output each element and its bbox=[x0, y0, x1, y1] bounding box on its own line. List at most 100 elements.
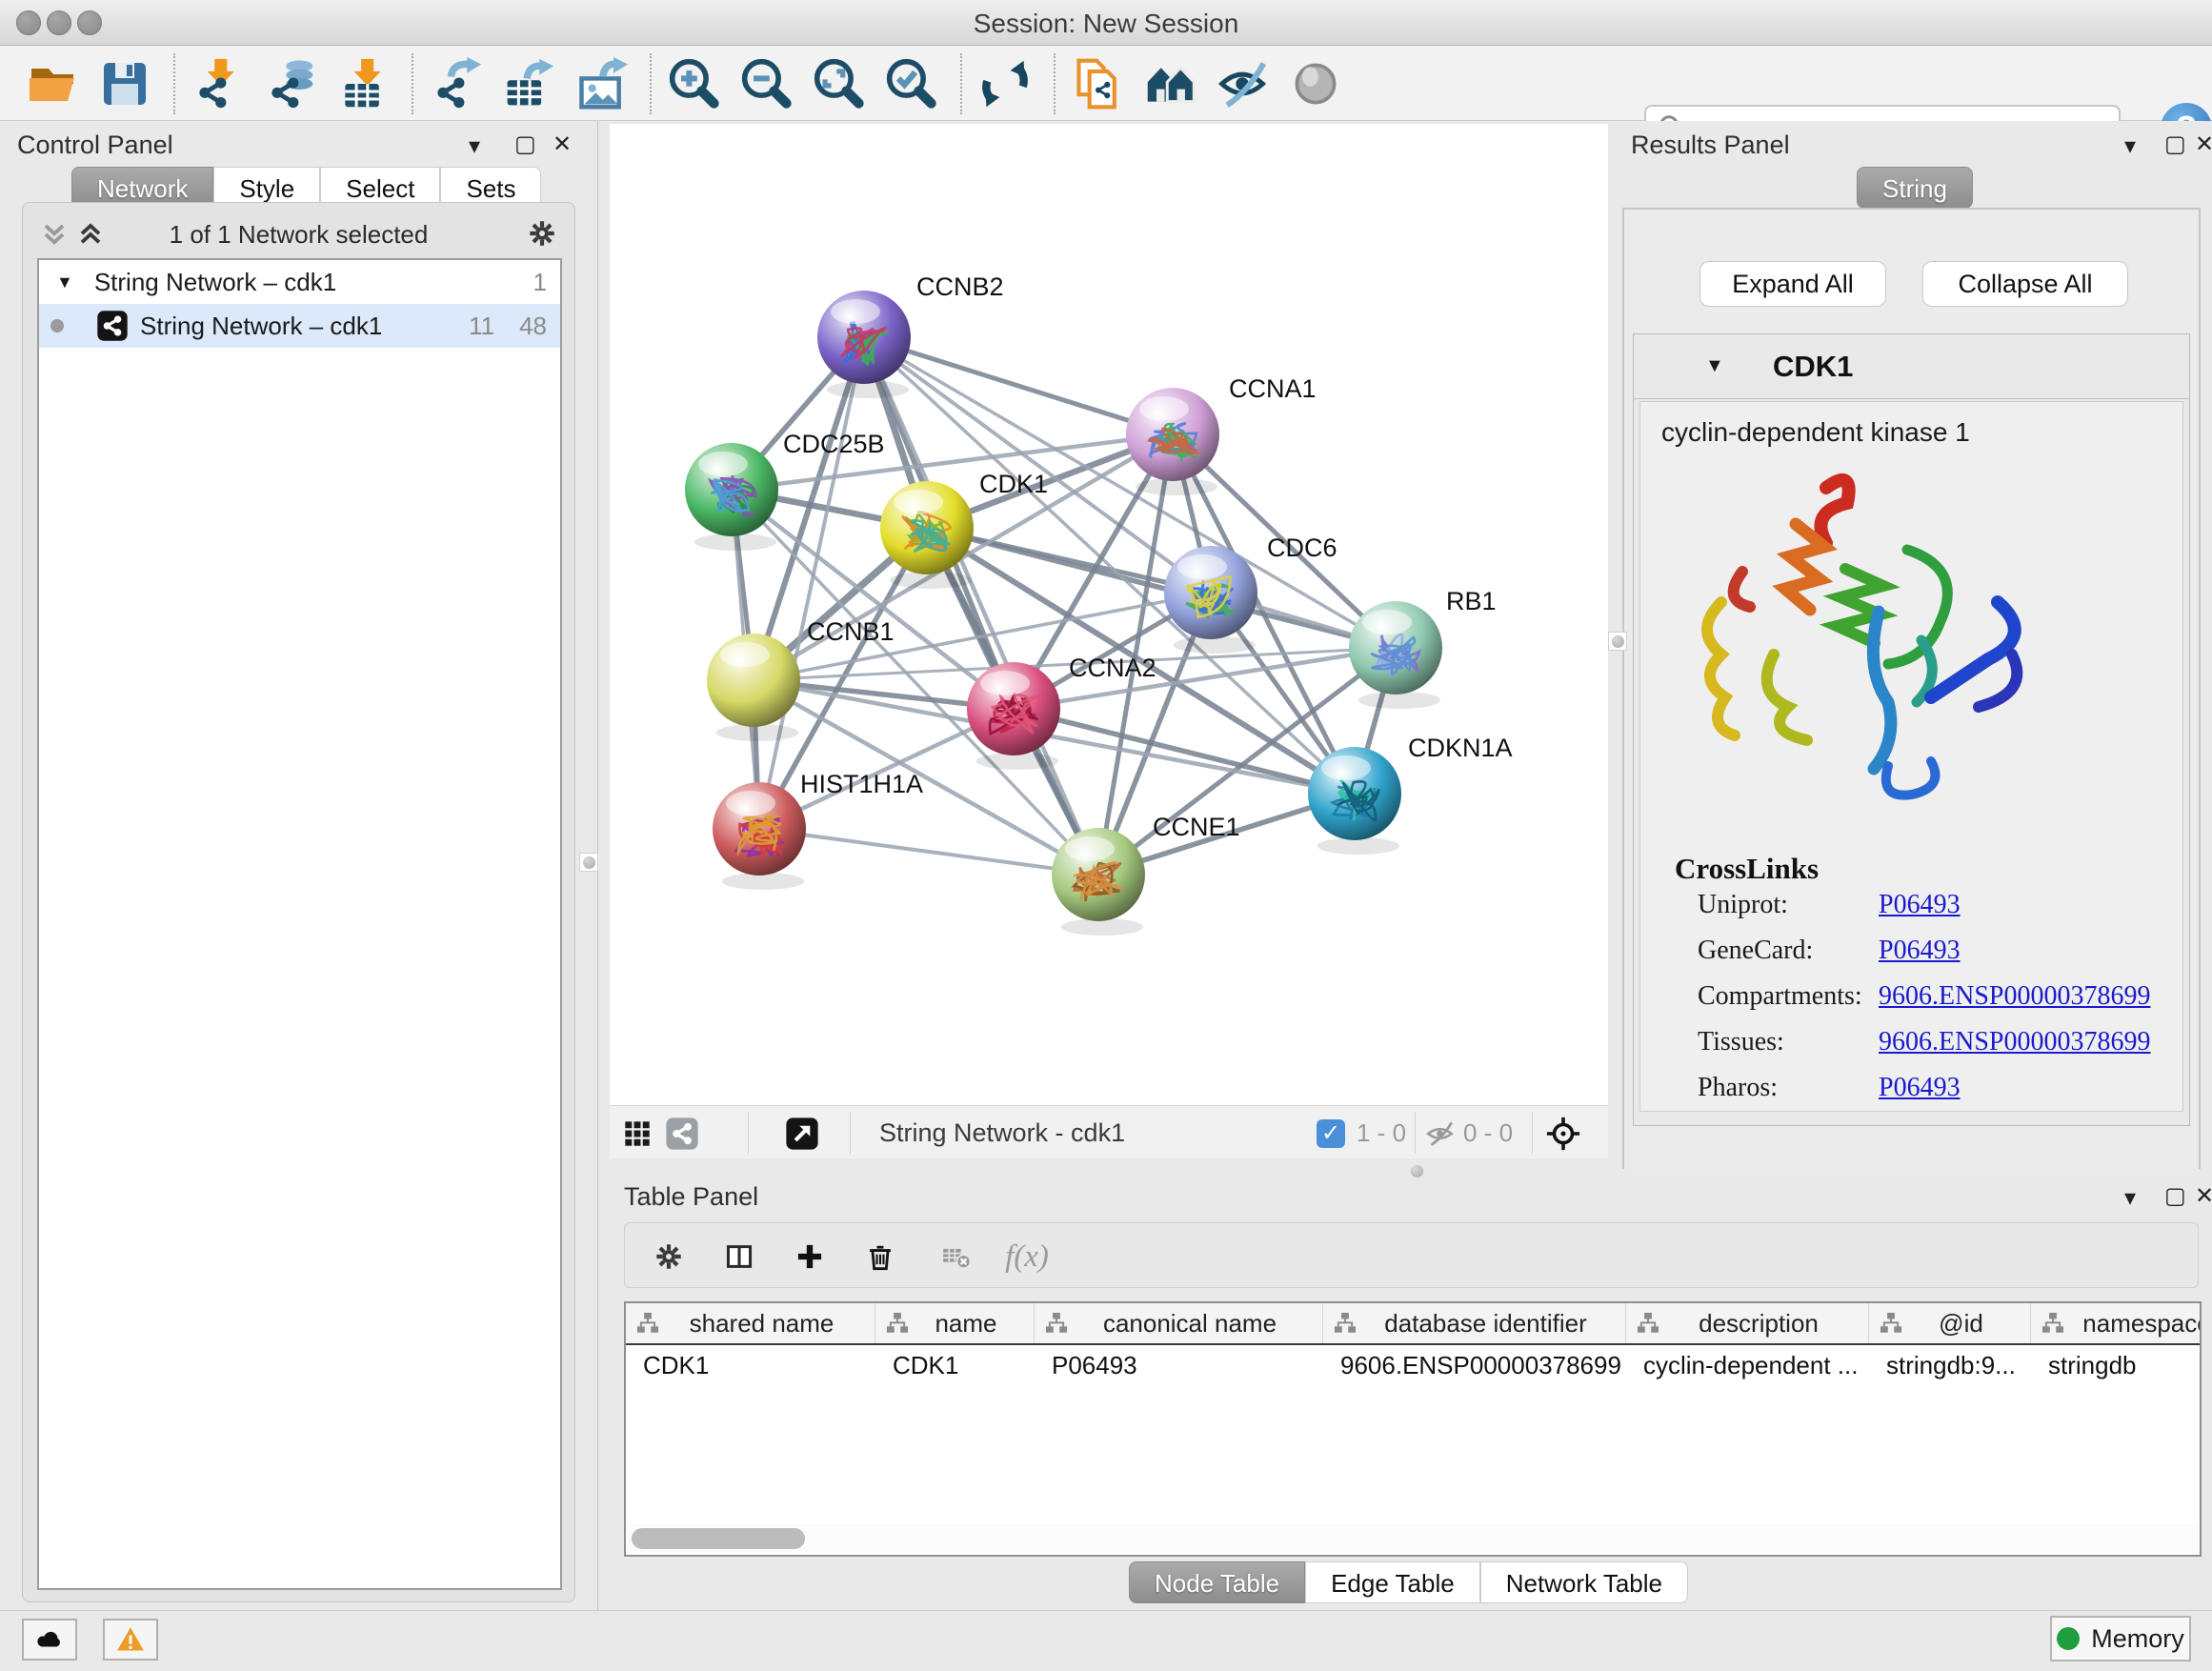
window-title: Session: New Session bbox=[0, 9, 2212, 39]
collection-expand-arrow-icon[interactable]: ▼ bbox=[56, 272, 73, 292]
table-cell[interactable]: CDK1 bbox=[626, 1345, 875, 1385]
section-collapse-arrow-icon[interactable]: ▼ bbox=[1705, 355, 1724, 377]
column-header-@id[interactable]: @id bbox=[1869, 1303, 2031, 1343]
delete-table-icon[interactable] bbox=[935, 1237, 977, 1277]
control-panel-splitter-handle[interactable] bbox=[579, 853, 598, 872]
birds-eye-view-icon[interactable] bbox=[785, 1117, 819, 1151]
tab-network-table[interactable]: Network Table bbox=[1480, 1561, 1688, 1603]
warnings-button[interactable] bbox=[103, 1619, 158, 1661]
expand-all-button[interactable]: Expand All bbox=[1699, 261, 1886, 307]
memory-button[interactable]: Memory bbox=[2050, 1616, 2191, 1661]
maximize-panel-icon[interactable]: ▢ bbox=[2164, 1182, 2186, 1210]
close-panel-icon[interactable]: ✕ bbox=[2195, 131, 2212, 158]
table-cell[interactable]: stringdb bbox=[2031, 1345, 2202, 1385]
table-horizontal-scrollbar[interactable] bbox=[628, 1524, 2200, 1553]
network-node-cdkn1a[interactable]: CDKN1A bbox=[1308, 734, 1513, 855]
tab-node-table[interactable]: Node Table bbox=[1129, 1561, 1305, 1603]
cloud-status-button[interactable] bbox=[22, 1619, 77, 1661]
tab-string[interactable]: String bbox=[1857, 167, 1973, 209]
table-header-row: shared namenamecanonical namedatabase id… bbox=[626, 1303, 2200, 1345]
zoom-fit-button[interactable] bbox=[810, 55, 869, 112]
grid-mode-icon[interactable] bbox=[623, 1119, 652, 1148]
column-header-description[interactable]: description bbox=[1626, 1303, 1869, 1343]
hidden-eye-icon[interactable] bbox=[1425, 1118, 1456, 1149]
table-type-tabs: Node TableEdge TableNetwork Table bbox=[1129, 1561, 1688, 1603]
table-panel-splitter-handle[interactable] bbox=[1407, 1161, 1426, 1180]
network-canvas[interactable]: CCNB2CCNA1CDC25BCDK1CDC6RB1CCNB1CCNA2CDK… bbox=[610, 124, 1608, 1105]
open-session-button[interactable] bbox=[23, 55, 82, 112]
network-edge[interactable] bbox=[864, 337, 1173, 434]
crosshair-icon[interactable] bbox=[1545, 1116, 1581, 1152]
create-column-icon[interactable] bbox=[789, 1237, 831, 1277]
warning-triangle-icon bbox=[116, 1625, 145, 1654]
collapse-all-button[interactable]: Collapse All bbox=[1922, 261, 2128, 307]
import-table-file-button[interactable] bbox=[333, 55, 392, 112]
show-columns-icon[interactable] bbox=[718, 1237, 760, 1277]
close-panel-icon[interactable]: ✕ bbox=[2195, 1182, 2212, 1210]
network-list-header: 1 of 1 Network selected bbox=[23, 212, 574, 254]
table-cell[interactable]: CDK1 bbox=[875, 1345, 1035, 1385]
table-cell[interactable]: 9606.ENSP00000378699 bbox=[1323, 1345, 1626, 1385]
close-panel-icon[interactable]: ✕ bbox=[553, 131, 572, 158]
save-session-button[interactable] bbox=[95, 55, 154, 112]
crosslink-link[interactable]: 9606.ENSP00000378699 bbox=[1879, 981, 2150, 1012]
export-table-button[interactable] bbox=[499, 55, 558, 112]
delete-column-trash-icon[interactable] bbox=[859, 1237, 901, 1277]
float-panel-icon[interactable]: ▾ bbox=[469, 132, 480, 160]
refresh-layout-button[interactable] bbox=[975, 55, 1035, 112]
zoom-in-button[interactable] bbox=[665, 55, 724, 112]
results-panel-tabs: String bbox=[1857, 167, 1973, 209]
network-edge[interactable] bbox=[759, 829, 1098, 875]
crosslink-link[interactable]: P06493 bbox=[1879, 936, 1961, 966]
column-header-name[interactable]: name bbox=[875, 1303, 1035, 1343]
table-cell[interactable]: cyclin-dependent ... bbox=[1626, 1345, 1869, 1385]
gene-section-header[interactable]: ▼ CDK1 bbox=[1634, 334, 2189, 399]
results-panel-title: Results Panel bbox=[1631, 131, 1790, 160]
export-network-button[interactable] bbox=[427, 55, 486, 112]
graphics-details-button[interactable] bbox=[1286, 55, 1345, 112]
network-options-gear-icon[interactable] bbox=[528, 219, 556, 248]
first-neighbors-button[interactable] bbox=[1141, 55, 1200, 112]
function-builder-icon[interactable]: f(x) bbox=[1006, 1237, 1048, 1277]
copy-network-button[interactable] bbox=[1069, 55, 1128, 112]
table-cell[interactable]: P06493 bbox=[1035, 1345, 1323, 1385]
network-overview-share-icon[interactable] bbox=[665, 1117, 699, 1151]
column-header-namespace[interactable]: namespace bbox=[2031, 1303, 2202, 1343]
table-cell[interactable]: stringdb:9... bbox=[1869, 1345, 2031, 1385]
gene-details: cyclin-dependent kinase 1 bbox=[1639, 401, 2183, 1112]
node-attribute-icon bbox=[1333, 1311, 1357, 1336]
crosslink-link[interactable]: P06493 bbox=[1879, 890, 1961, 920]
column-header-canonical-name[interactable]: canonical name bbox=[1035, 1303, 1323, 1343]
scrollbar-thumb[interactable] bbox=[632, 1528, 805, 1549]
zoom-selected-button[interactable] bbox=[882, 55, 941, 112]
export-image-button[interactable] bbox=[572, 55, 631, 112]
network-node-cdc6[interactable]: CDC6 bbox=[1164, 534, 1337, 654]
crosslink-label: Pharos: bbox=[1698, 1073, 1778, 1102]
network-node-ccna1[interactable]: CCNA1 bbox=[1126, 374, 1317, 495]
network-collection-row[interactable]: ▼ String Network – cdk1 1 bbox=[39, 260, 560, 304]
table-options-gear-icon[interactable] bbox=[648, 1237, 690, 1277]
status-bar: Memory bbox=[0, 1610, 2212, 1671]
column-header-shared-name[interactable]: shared name bbox=[626, 1303, 875, 1343]
crosslink-link[interactable]: P06493 bbox=[1879, 1073, 1961, 1103]
maximize-panel-icon[interactable]: ▢ bbox=[2164, 131, 2186, 158]
float-panel-icon[interactable]: ▾ bbox=[2124, 132, 2136, 160]
network-node-hist1h1a[interactable]: HIST1H1A bbox=[713, 770, 923, 890]
crosslink-link[interactable]: 9606.ENSP00000378699 bbox=[1879, 1027, 2150, 1057]
maximize-panel-icon[interactable]: ▢ bbox=[514, 131, 536, 158]
column-header-database-identifier[interactable]: database identifier bbox=[1323, 1303, 1626, 1343]
toolbar-separator bbox=[1054, 53, 1056, 114]
network-row[interactable]: String Network – cdk1 11 48 bbox=[39, 304, 560, 348]
selected-checkbox-icon[interactable]: ✓ bbox=[1317, 1119, 1345, 1148]
table-row[interactable]: CDK1CDK1P064939606.ENSP00000378699cyclin… bbox=[626, 1345, 2200, 1385]
import-network-file-button[interactable] bbox=[189, 55, 248, 112]
float-panel-icon[interactable]: ▾ bbox=[2124, 1184, 2136, 1212]
import-network-database-button[interactable] bbox=[261, 55, 320, 112]
hide-selected-button[interactable] bbox=[1214, 55, 1273, 112]
crosslink-label: GeneCard: bbox=[1698, 936, 1813, 965]
network-graph[interactable]: CCNB2CCNA1CDC25BCDK1CDC6RB1CCNB1CCNA2CDK… bbox=[610, 124, 1608, 1105]
results-panel-splitter-handle[interactable] bbox=[1608, 632, 1627, 651]
network-node-rb1[interactable]: RB1 bbox=[1349, 587, 1497, 709]
zoom-out-button[interactable] bbox=[737, 55, 796, 112]
tab-edge-table[interactable]: Edge Table bbox=[1305, 1561, 1480, 1603]
